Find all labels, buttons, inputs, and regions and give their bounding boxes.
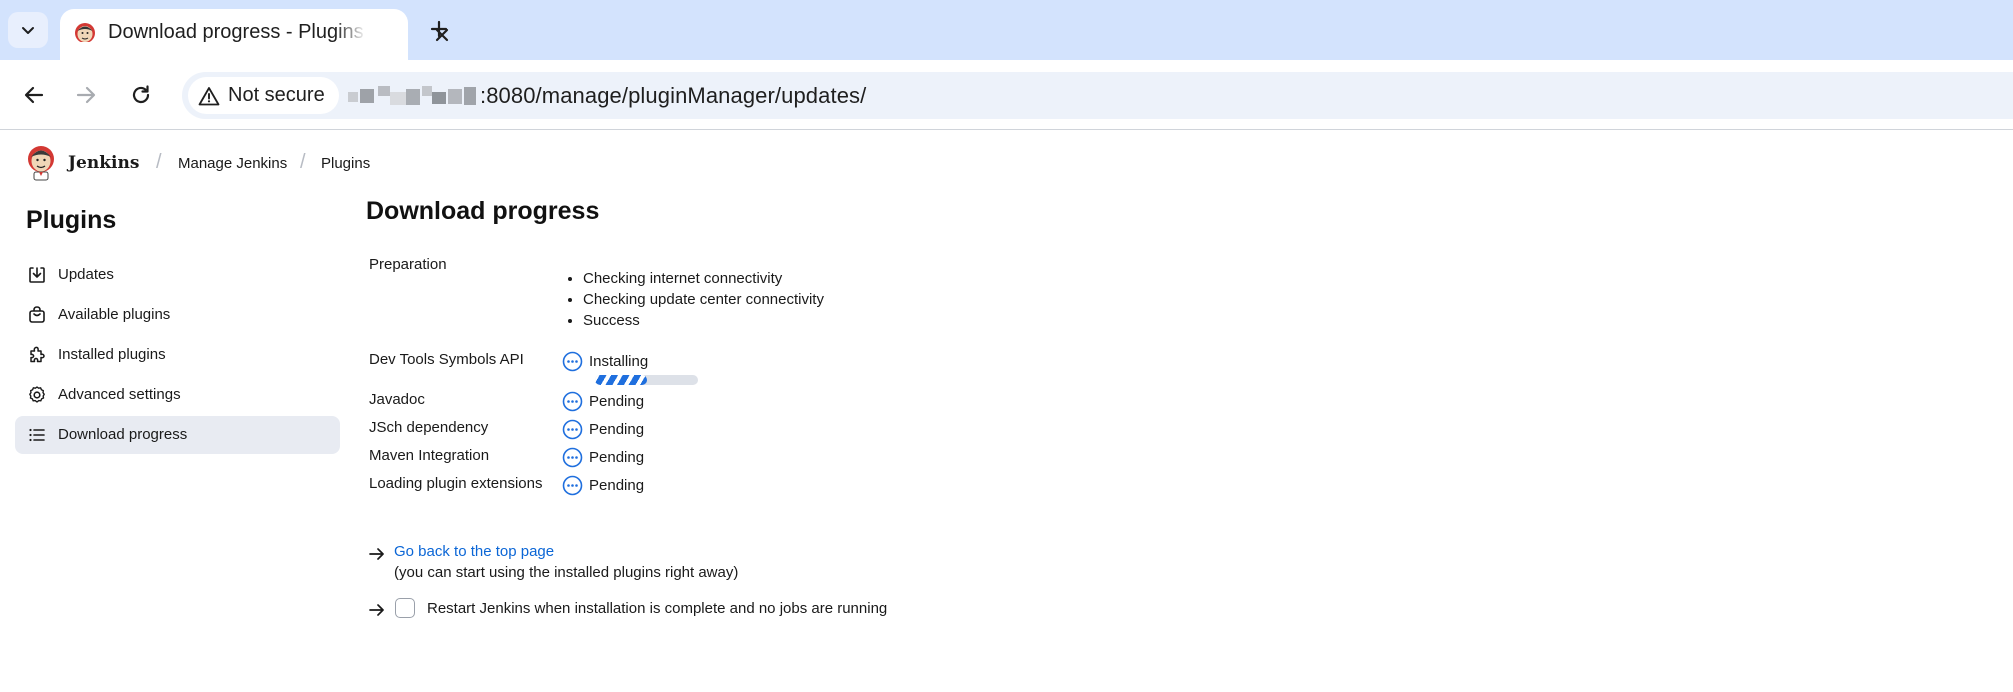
- reload-icon: [132, 85, 150, 104]
- plugin-name: JSch dependency: [369, 419, 489, 436]
- list-item: Success: [583, 310, 824, 331]
- plugin-name: Loading plugin extensions: [369, 475, 543, 492]
- download-icon: [29, 267, 45, 283]
- go-back-top-link[interactable]: Go back to the top page: [394, 543, 554, 560]
- plugin-status-text: Pending: [589, 477, 645, 494]
- plugin-status: Installing: [562, 351, 648, 372]
- page-title: Download progress: [366, 197, 600, 225]
- preparation-steps: Checking internet connectivity Checking …: [583, 268, 824, 331]
- plugin-status-text: Pending: [589, 449, 645, 466]
- list-icon: [29, 428, 45, 442]
- jenkins-favicon-icon: [75, 23, 95, 46]
- plugin-name: Maven Integration: [369, 447, 490, 464]
- sidebar-item-advanced-settings[interactable]: Advanced settings: [15, 376, 340, 414]
- ellipsis-status-icon: [562, 351, 583, 372]
- sidebar-item-available-plugins[interactable]: Available plugins: [15, 296, 340, 334]
- sidebar-item-download-progress[interactable]: Download progress: [15, 416, 340, 454]
- security-indicator[interactable]: Not secure: [188, 77, 339, 114]
- arrow-right-icon: [76, 86, 96, 104]
- plugin-name: Dev Tools Symbols API: [369, 351, 524, 368]
- install-progress-fill: [595, 375, 647, 385]
- arrow-left-icon: [24, 86, 44, 104]
- sidebar-item-label: Updates: [58, 266, 114, 283]
- jenkins-brand[interactable]: Jenkins: [68, 153, 139, 173]
- breadcrumb-manage-jenkins[interactable]: Manage Jenkins: [178, 155, 287, 172]
- ellipsis-status-icon: [562, 447, 583, 468]
- puzzle-icon: [30, 346, 45, 363]
- jenkins-header: Jenkins / Manage Jenkins / Plugins: [0, 131, 2013, 195]
- tab-title: Download progress - Plugins: [108, 21, 364, 43]
- preparation-label: Preparation: [369, 256, 447, 273]
- url-text: :8080/manage/pluginManager/updates/: [480, 82, 867, 108]
- breadcrumb-separator: /: [300, 151, 306, 173]
- plugin-status: Pending: [562, 391, 644, 412]
- security-label: Not secure: [228, 84, 325, 106]
- warning-triangle-icon: [198, 86, 220, 105]
- sidebar-item-label: Installed plugins: [58, 346, 166, 363]
- plugin-status: Pending: [562, 447, 644, 468]
- ellipsis-status-icon: [562, 475, 583, 496]
- gear-icon: [29, 386, 45, 403]
- browser-toolbar: Not secure :8080/manage/pluginManager/up…: [0, 60, 2013, 130]
- sidebar-item-label: Advanced settings: [58, 386, 181, 403]
- plugin-name: Javadoc: [369, 391, 425, 408]
- chevron-down-icon: [22, 27, 34, 34]
- breadcrumb-plugins[interactable]: Plugins: [321, 155, 370, 172]
- sidebar-title: Plugins: [26, 206, 117, 234]
- plugin-status: Pending: [562, 475, 644, 496]
- redacted-host: [348, 83, 478, 109]
- list-item: Checking update center connectivity: [583, 289, 824, 310]
- sidebar-item-label: Download progress: [58, 426, 188, 443]
- browser-tab-bar: Download progress - Plugins: [0, 0, 2013, 60]
- forward-button[interactable]: [68, 77, 104, 113]
- jenkins-logo-icon[interactable]: [26, 145, 56, 181]
- breadcrumb-separator: /: [156, 151, 162, 173]
- address-bar[interactable]: Not secure :8080/manage/pluginManager/up…: [182, 72, 2013, 119]
- go-back-note: (you can start using the installed plugi…: [394, 564, 739, 581]
- plus-icon: [430, 20, 448, 38]
- reload-button[interactable]: [123, 77, 159, 113]
- url-display[interactable]: :8080/manage/pluginManager/updates/: [348, 72, 866, 119]
- browser-tab-active[interactable]: Download progress - Plugins: [60, 9, 449, 60]
- tab-search-button[interactable]: [8, 12, 48, 48]
- restart-checkbox[interactable]: [395, 598, 415, 618]
- shopping-bag-icon: [29, 306, 45, 323]
- plugin-status-text: Installing: [589, 353, 649, 370]
- plugin-status-text: Pending: [589, 393, 645, 410]
- sidebar-item-installed-plugins[interactable]: Installed plugins: [15, 336, 340, 374]
- arrow-right-icon: [369, 604, 384, 616]
- plugin-status-text: Pending: [589, 421, 645, 438]
- list-item: Checking internet connectivity: [583, 268, 824, 289]
- new-tab-button[interactable]: [424, 14, 454, 44]
- install-progress-bar: [595, 375, 698, 385]
- ellipsis-status-icon: [562, 419, 583, 440]
- restart-checkbox-label[interactable]: Restart Jenkins when installation is com…: [427, 600, 887, 617]
- sidebar-item-label: Available plugins: [58, 306, 171, 323]
- ellipsis-status-icon: [562, 391, 583, 412]
- plugin-status: Pending: [562, 419, 644, 440]
- back-button[interactable]: [16, 77, 52, 113]
- arrow-right-icon: [369, 548, 384, 560]
- sidebar-item-updates[interactable]: Updates: [15, 256, 340, 294]
